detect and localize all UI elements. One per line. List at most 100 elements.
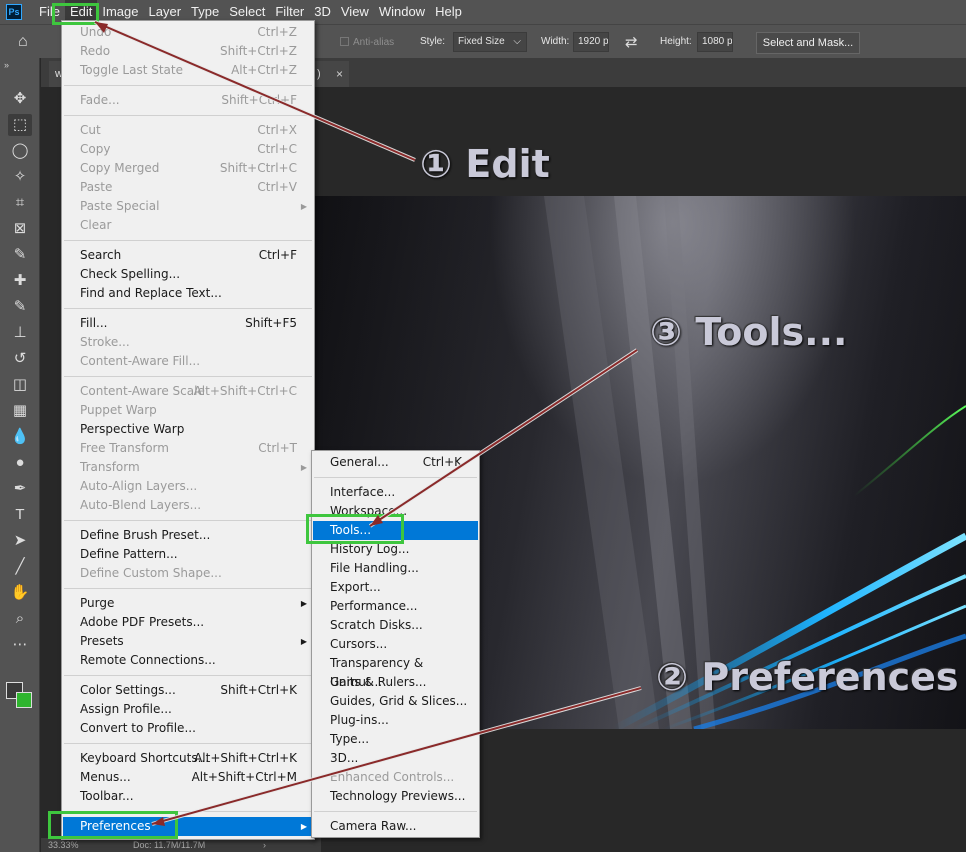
crop-tool-icon[interactable]: ⌗	[8, 192, 32, 214]
edit-menu-item-cut[interactable]: Cut Ctrl+X	[63, 121, 313, 140]
pref-menu-item-3d[interactable]: 3D...	[313, 749, 478, 768]
edit-menu-item-stroke[interactable]: Stroke...	[63, 333, 313, 352]
submenu-arrow-icon: ▶	[300, 202, 307, 211]
zoom-level[interactable]: 33.33%	[48, 838, 79, 852]
width-input[interactable]: 1920 px	[573, 32, 609, 52]
more-tools-icon[interactable]: ⋯	[8, 634, 32, 656]
clone-stamp-icon[interactable]: ⊥	[8, 322, 32, 344]
menu-view[interactable]: View	[336, 0, 374, 24]
menu-item-shortcut: Shift+Ctrl+C	[219, 161, 297, 175]
pref-menu-item-transparency-gamut[interactable]: Transparency & Gamut...	[313, 654, 478, 689]
edit-menu-item-fill[interactable]: Fill... Shift+F5	[63, 314, 313, 333]
edit-menu-item-remote-connections[interactable]: Remote Connections...	[63, 651, 313, 670]
blur-tool-icon[interactable]: 💧	[8, 426, 32, 448]
pref-menu-item-performance[interactable]: Performance...	[313, 597, 478, 616]
edit-menu-item-find-and-replace-text[interactable]: Find and Replace Text...	[63, 284, 313, 303]
zoom-tool-icon[interactable]: ⌕	[8, 608, 32, 630]
path-select-icon[interactable]: ➤	[8, 530, 32, 552]
antialias-checkbox[interactable]: Anti-alias	[340, 37, 394, 48]
pref-menu-item-scratch-disks[interactable]: Scratch Disks...	[313, 616, 478, 635]
edit-menu-item-paste[interactable]: Paste Ctrl+V	[63, 178, 313, 197]
menu-item-label: Fill...	[80, 316, 108, 330]
edit-menu-item-fade[interactable]: Fade... Shift+Ctrl+F	[63, 91, 313, 110]
color-swatches[interactable]	[6, 682, 34, 710]
gradient-tool-icon[interactable]: ▦	[8, 400, 32, 422]
edit-menu-item-toolbar[interactable]: Toolbar...	[63, 787, 313, 806]
pref-menu-item-general[interactable]: General... Ctrl+K	[313, 453, 478, 472]
edit-menu-item-define-brush-preset[interactable]: Define Brush Preset...	[63, 526, 313, 545]
menu-item-label: Fade...	[80, 93, 120, 107]
menu-item-shortcut: Ctrl+T	[258, 441, 297, 455]
edit-menu-item-define-custom-shape[interactable]: Define Custom Shape...	[63, 564, 313, 583]
edit-menu-item-define-pattern[interactable]: Define Pattern...	[63, 545, 313, 564]
edit-menu-item-adobe-pdf-presets[interactable]: Adobe PDF Presets...	[63, 613, 313, 632]
pref-menu-item-interface[interactable]: Interface...	[313, 483, 478, 502]
frame-tool-icon[interactable]: ⊠	[8, 218, 32, 240]
status-arrow-icon[interactable]: ›	[263, 838, 266, 852]
style-select[interactable]: Fixed Size ⌵	[453, 32, 527, 52]
edit-menu-item-menus[interactable]: Menus... Alt+Shift+Ctrl+M	[63, 768, 313, 787]
edit-menu-item-undo[interactable]: Undo Ctrl+Z	[63, 23, 313, 42]
marquee-tool-icon[interactable]: ⬚	[8, 114, 32, 136]
dodge-tool-icon[interactable]: ●	[8, 452, 32, 474]
brush-tool-icon[interactable]: ✎	[8, 296, 32, 318]
edit-menu-item-check-spelling[interactable]: Check Spelling...	[63, 265, 313, 284]
edit-menu-item-presets[interactable]: Presets ▶	[63, 632, 313, 651]
close-icon[interactable]: ×	[336, 61, 343, 87]
menu-window[interactable]: Window	[374, 0, 430, 24]
pen-tool-icon[interactable]: ✒	[8, 478, 32, 500]
pref-menu-item-camera-raw[interactable]: Camera Raw...	[313, 817, 478, 836]
magic-wand-icon[interactable]: ✧	[8, 166, 32, 188]
annotation-step-edit: ① Edit	[420, 142, 550, 186]
history-brush-icon[interactable]: ↺	[8, 348, 32, 370]
edit-menu-item-auto-blend-layers[interactable]: Auto-Blend Layers...	[63, 496, 313, 515]
edit-menu-item-search[interactable]: Search Ctrl+F	[63, 246, 313, 265]
edit-menu-item-puppet-warp[interactable]: Puppet Warp	[63, 401, 313, 420]
edit-menu-item-copy-merged[interactable]: Copy Merged Shift+Ctrl+C	[63, 159, 313, 178]
edit-menu-item-transform[interactable]: Transform ▶	[63, 458, 313, 477]
edit-menu-item-free-transform[interactable]: Free Transform Ctrl+T	[63, 439, 313, 458]
edit-menu-item-redo[interactable]: Redo Shift+Ctrl+Z	[63, 42, 313, 61]
menu-separator	[64, 308, 312, 309]
collapse-icon[interactable]: »	[4, 60, 9, 70]
pref-menu-item-guides-grid-slices[interactable]: Guides, Grid & Slices...	[313, 692, 478, 711]
edit-menu-item-color-settings[interactable]: Color Settings... Shift+Ctrl+K	[63, 681, 313, 700]
pref-menu-item-type[interactable]: Type...	[313, 730, 478, 749]
pref-menu-item-export[interactable]: Export...	[313, 578, 478, 597]
eyedropper-icon[interactable]: ✎	[8, 244, 32, 266]
home-icon[interactable]: ⌂	[18, 33, 38, 51]
select-and-mask-button[interactable]: Select and Mask...	[756, 32, 860, 54]
edit-menu-item-perspective-warp[interactable]: Perspective Warp	[63, 420, 313, 439]
swap-icon[interactable]: ⇄	[625, 33, 638, 51]
hand-tool-icon[interactable]: ✋	[8, 582, 32, 604]
lasso-tool-icon[interactable]: ◯	[8, 140, 32, 162]
edit-menu-item-keyboard-shortcuts[interactable]: Keyboard Shortcuts... Alt+Shift+Ctrl+K	[63, 749, 313, 768]
edit-menu-item-auto-align-layers[interactable]: Auto-Align Layers...	[63, 477, 313, 496]
chevron-down-icon: ⌵	[513, 36, 521, 47]
edit-menu-item-content-aware-scale[interactable]: Content-Aware Scale Alt+Shift+Ctrl+C	[63, 382, 313, 401]
edit-menu-item-convert-to-profile[interactable]: Convert to Profile...	[63, 719, 313, 738]
edit-menu-item-content-aware-fill[interactable]: Content-Aware Fill...	[63, 352, 313, 371]
menu-help[interactable]: Help	[430, 0, 467, 24]
pref-menu-item-units-rulers[interactable]: Units & Rulers...	[313, 673, 478, 692]
type-tool-icon[interactable]: T	[8, 504, 32, 526]
eraser-icon[interactable]: ◫	[8, 374, 32, 396]
edit-menu-item-purge[interactable]: Purge ▶	[63, 594, 313, 613]
edit-menu-item-paste-special[interactable]: Paste Special ▶	[63, 197, 313, 216]
edit-menu-item-copy[interactable]: Copy Ctrl+C	[63, 140, 313, 159]
menu-item-label: Keyboard Shortcuts...	[80, 751, 210, 765]
pref-menu-item-enhanced-controls[interactable]: Enhanced Controls...	[313, 768, 478, 787]
height-input[interactable]: 1080 px	[697, 32, 733, 52]
menu-item-label: Define Brush Preset...	[80, 528, 211, 542]
line-tool-icon[interactable]: ╱	[8, 556, 32, 578]
pref-menu-item-technology-previews[interactable]: Technology Previews...	[313, 787, 478, 806]
move-tool-icon[interactable]: ✥	[8, 88, 32, 110]
healing-brush-icon[interactable]: ✚	[8, 270, 32, 292]
pref-menu-item-file-handling[interactable]: File Handling...	[313, 559, 478, 578]
edit-menu-item-toggle-last-state[interactable]: Toggle Last State Alt+Ctrl+Z	[63, 61, 313, 80]
pref-menu-item-cursors[interactable]: Cursors...	[313, 635, 478, 654]
edit-menu-item-clear[interactable]: Clear	[63, 216, 313, 235]
edit-menu-item-assign-profile[interactable]: Assign Profile...	[63, 700, 313, 719]
menu-item-label: Guides, Grid & Slices...	[330, 694, 468, 708]
pref-menu-item-plug-ins[interactable]: Plug-ins...	[313, 711, 478, 730]
